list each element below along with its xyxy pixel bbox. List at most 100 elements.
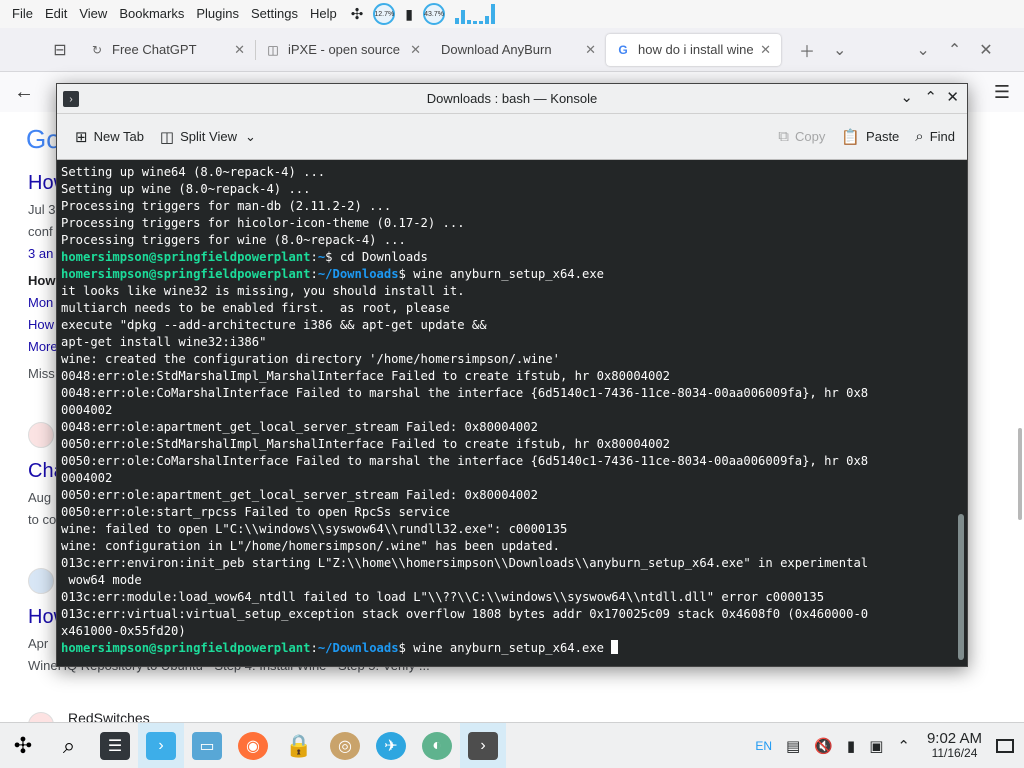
battery-icon[interactable]: ▮: [847, 737, 855, 755]
back-arrow-icon[interactable]: ←: [14, 81, 34, 104]
output-text: 0004002: [61, 471, 113, 485]
tab-free-chatgpt[interactable]: ↻ Free ChatGPT ✕: [80, 34, 255, 66]
disk-utility-icon[interactable]: ◐: [414, 723, 460, 768]
firefox-icon[interactable]: ◉: [230, 723, 276, 768]
terminal-line: execute "dpkg --add-architecture i386 &&…: [61, 317, 949, 334]
close-icon[interactable]: ✕: [946, 88, 959, 106]
output-text: 013c:err:module:load_wow64_ntdll failed …: [61, 590, 825, 604]
hamburger-menu-icon[interactable]: ☰: [994, 82, 1010, 103]
prompt-command: $ wine anyburn_setup_x64.exe: [398, 641, 612, 655]
sub-result-link[interactable]: How: [28, 273, 55, 288]
prompt-command: $ cd Downloads: [325, 250, 428, 264]
terminal-task-icon[interactable]: ›: [460, 722, 506, 768]
prompt-path: ~/Downloads: [317, 267, 399, 281]
find-button[interactable]: ⌕ Find: [907, 122, 963, 152]
close-icon[interactable]: ✕: [410, 42, 421, 58]
chevron-down-icon: ⌄: [244, 128, 256, 144]
copy-button[interactable]: ⧉ Copy: [770, 122, 833, 152]
output-text: 013c:err:environ:init_peb starting L"Z:\…: [61, 556, 869, 570]
find-label: Find: [929, 129, 955, 144]
system-monitor-widgets: ✣ 12.7% ▮ 43.7%: [351, 3, 496, 25]
window-close-icon[interactable]: ✕: [979, 40, 992, 60]
konsole-launcher-icon[interactable]: ›: [138, 722, 184, 768]
system-settings-icon[interactable]: ☰: [92, 723, 138, 768]
sub-result-link[interactable]: Mon: [28, 295, 53, 310]
gimp-icon[interactable]: ◎: [322, 723, 368, 768]
lock-icon[interactable]: 🔒: [276, 723, 322, 768]
terminal-line: apt-get install wine32:i386": [61, 334, 949, 351]
network-graph[interactable]: [455, 4, 496, 24]
volume-muted-icon[interactable]: 🔇: [814, 737, 833, 755]
clipboard-icon[interactable]: ▤: [786, 737, 800, 755]
window-minimize-icon[interactable]: ⌄: [916, 40, 929, 60]
output-text: wow64 mode: [61, 573, 142, 587]
terminal-line: 013c:err:virtual:virtual_setup_exception…: [61, 606, 949, 623]
terminal-output[interactable]: Setting up wine64 (8.0~repack-4) ... Sett…: [57, 160, 953, 668]
prompt-user-host: homersimpson@springfieldpowerplant: [61, 641, 311, 655]
paste-label: Paste: [866, 129, 900, 144]
output-text: 0048:err:ole:StdMarshalImpl_MarshalInter…: [61, 369, 671, 383]
split-view-button[interactable]: ◫ Split View ⌄: [152, 122, 264, 152]
sub-result-link[interactable]: How: [28, 317, 54, 332]
clock[interactable]: 9:02 AM 11/16/24: [927, 731, 982, 760]
menu-bookmarks[interactable]: Bookmarks: [113, 0, 190, 28]
taskbar: ✣ ⌕ ☰ › ▭ ◉ 🔒 ◎ ✈ ◐ › EN ▤ 🔇 ▮ ▣ ⌃ 9:02 …: [0, 722, 1024, 768]
file-manager-icon[interactable]: ▭: [184, 723, 230, 768]
tab-label: iPXE - open source: [288, 42, 401, 57]
app-launcher-icon[interactable]: ✣: [0, 723, 46, 768]
menu-edit[interactable]: Edit: [39, 0, 73, 28]
menu-help[interactable]: Help: [304, 0, 343, 28]
window-maximize-icon[interactable]: ⌃: [948, 40, 961, 60]
memory-icon[interactable]: ▮: [405, 6, 413, 23]
clock-date: 11/16/24: [931, 746, 978, 760]
prompt-user-host: homersimpson@springfieldpowerplant: [61, 267, 311, 281]
menu-settings[interactable]: Settings: [245, 0, 304, 28]
keyboard-layout[interactable]: EN: [755, 739, 772, 753]
close-icon[interactable]: ✕: [585, 42, 596, 58]
terminal-line: homersimpson@springfieldpowerplant:~$ cd…: [61, 249, 949, 266]
terminal-line: 013c:err:module:load_wow64_ntdll failed …: [61, 589, 949, 606]
menu-view[interactable]: View: [73, 0, 113, 28]
prompt-separator: :: [310, 641, 318, 655]
output-text: Setting up wine64 (8.0~repack-4) ...: [61, 165, 326, 179]
new-tab-icon[interactable]: ＋: [799, 38, 815, 62]
memory-gauge[interactable]: 43.7%: [423, 3, 446, 25]
show-desktop-icon[interactable]: [996, 739, 1014, 753]
search-icon[interactable]: ⌕: [46, 723, 92, 768]
chevron-up-icon[interactable]: ⌃: [897, 737, 910, 755]
output-text: 0050:err:ole:start_rpcss Failed to open …: [61, 505, 450, 519]
page-scrollbar[interactable]: [1018, 428, 1022, 520]
new-tab-button[interactable]: ⊞ New Tab: [67, 122, 152, 152]
maximize-icon[interactable]: ⌃: [924, 88, 937, 106]
paste-button[interactable]: 📋 Paste: [833, 122, 907, 152]
terminal-line: Processing triggers for man-db (2.11.2-2…: [61, 198, 949, 215]
konsole-titlebar[interactable]: › Downloads : bash — Konsole ⌄ ⌃ ✕: [57, 84, 967, 114]
tab-overview-icon[interactable]: ⊟: [40, 40, 80, 60]
output-text: 0050:err:ole:StdMarshalImpl_MarshalInter…: [61, 437, 671, 451]
prompt-user-host: homersimpson@springfieldpowerplant: [61, 250, 311, 264]
tab-download-anyburn[interactable]: Download AnyBurn ✕: [431, 34, 606, 66]
close-icon[interactable]: ✕: [234, 42, 245, 58]
terminal-icon[interactable]: ›: [63, 91, 79, 107]
tab-ipxe[interactable]: ◫ iPXE - open source ✕: [256, 34, 431, 66]
menu-file[interactable]: File: [6, 0, 39, 28]
menu-plugins[interactable]: Plugins: [190, 0, 245, 28]
chevron-down-icon[interactable]: ⌄: [833, 40, 846, 60]
result-answers-link[interactable]: 3 an: [28, 246, 53, 261]
result-snippet: conf: [28, 224, 53, 239]
terminal-line: x461000-0x55fd20): [61, 623, 949, 640]
activities-icon[interactable]: ✣: [351, 5, 364, 23]
memory-gauge-label: 43.7%: [424, 10, 444, 18]
result-date: Jul 3: [28, 202, 56, 217]
output-text: Processing triggers for wine (8.0~repack…: [61, 233, 406, 247]
cpu-gauge[interactable]: 12.7%: [373, 3, 396, 25]
telegram-icon[interactable]: ✈: [368, 723, 414, 768]
terminal-line: wine: configuration in L"/home/homersimp…: [61, 538, 949, 555]
close-icon[interactable]: ✕: [760, 42, 771, 58]
terminal-scrollbar[interactable]: [958, 514, 964, 660]
minimize-icon[interactable]: ⌄: [900, 88, 913, 106]
terminal-line: 0050:err:ole:apartment_get_local_server_…: [61, 487, 949, 504]
sub-result-link[interactable]: More: [28, 339, 58, 354]
network-icon[interactable]: ▣: [869, 737, 883, 755]
tab-google-search[interactable]: G how do i install wine ✕: [606, 33, 781, 66]
